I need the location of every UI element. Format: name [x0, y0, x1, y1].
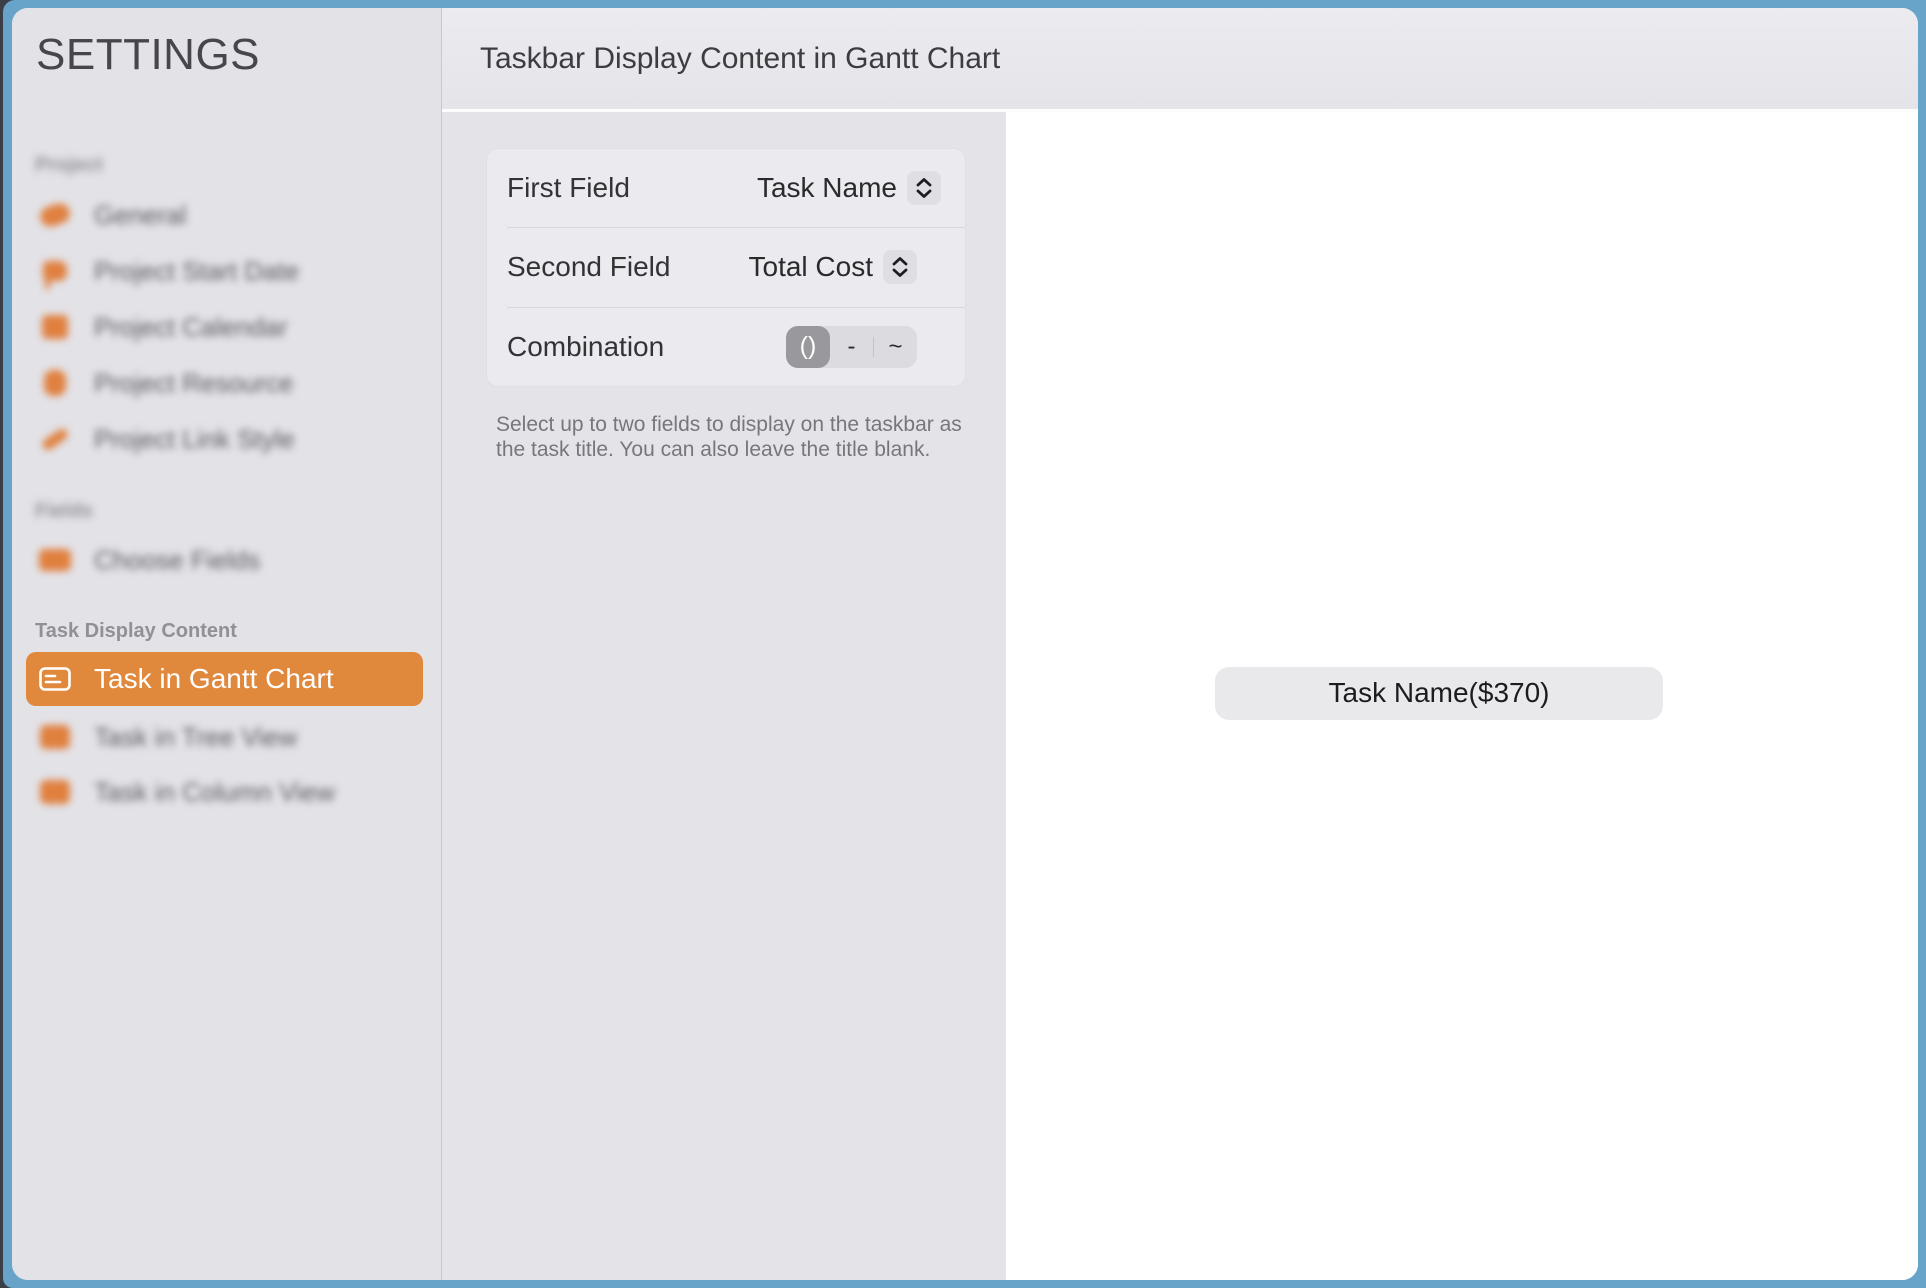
combination-segmented-control: () - ~	[786, 326, 917, 368]
sidebar-item-label: Choose Fields	[94, 545, 260, 576]
up-down-chevrons-icon	[890, 255, 910, 279]
sidebar-item-label: Task in Tree View	[94, 722, 297, 753]
combination-option-parentheses[interactable]: ()	[786, 326, 830, 368]
taskbar-preview-pill: Task Name($370)	[1215, 667, 1663, 720]
settings-panel: First Field Task Name S	[442, 112, 1006, 1280]
sidebar-item-label: Project Link Style	[94, 424, 295, 455]
sidebar-item-task-in-tree-view[interactable]: Task in Tree View	[26, 715, 423, 759]
second-field-value: Total Cost	[749, 251, 874, 283]
paperclip-icon	[38, 205, 72, 225]
sidebar-item-choose-fields[interactable]: Choose Fields	[26, 538, 423, 582]
sidebar-item-label: Project Calendar	[94, 312, 288, 343]
sidebar-item-project-resource[interactable]: Project Resource	[26, 361, 423, 405]
person-icon	[38, 370, 72, 396]
sidebar-item-project-start-date[interactable]: Project Start Date	[26, 249, 423, 293]
up-down-chevrons-icon	[914, 176, 934, 200]
second-field-row: Second Field Total Cost	[507, 227, 965, 306]
section-label-fields: Fields	[35, 500, 93, 523]
settings-sidebar: SETTINGS Project General Project Start D…	[12, 8, 442, 1280]
sidebar-item-general[interactable]: General	[26, 193, 423, 237]
combination-option-tilde[interactable]: ~	[874, 326, 917, 368]
sidebar-item-task-in-gantt-chart[interactable]: Task in Gantt Chart	[26, 652, 423, 706]
sidebar-item-label: Task in Gantt Chart	[94, 663, 334, 695]
taskbar-card-icon	[38, 667, 72, 691]
calendar-icon	[38, 315, 72, 339]
combination-option-dash[interactable]: -	[830, 326, 873, 368]
taskbar-fields-card: First Field Task Name S	[486, 148, 966, 387]
second-field-select[interactable]	[883, 250, 917, 284]
sidebar-item-label: Task in Column View	[94, 777, 335, 808]
sidebar-item-project-link-style[interactable]: Project Link Style	[26, 417, 423, 461]
column-view-icon	[38, 780, 72, 804]
taskbar-preview-area: Task Name($370)	[1006, 112, 1918, 1280]
section-label-task-display-content: Task Display Content	[35, 620, 237, 643]
first-field-value: Task Name	[757, 172, 897, 204]
header-bar: Taskbar Display Content in Gantt Chart	[442, 8, 1918, 112]
combination-label: Combination	[507, 331, 664, 363]
sidebar-item-label: General	[94, 200, 187, 231]
settings-window: SETTINGS Project General Project Start D…	[12, 8, 1918, 1280]
section-label-project: Project	[35, 154, 103, 177]
sidebar-item-label: Project Start Date	[94, 256, 299, 287]
main-area: Taskbar Display Content in Gantt Chart F…	[442, 8, 1918, 1280]
tree-view-icon	[38, 725, 72, 749]
second-field-label: Second Field	[507, 251, 670, 283]
flag-icon	[38, 261, 72, 281]
first-field-row: First Field Task Name	[487, 149, 965, 227]
combination-row: Combination () - ~	[507, 307, 965, 386]
sidebar-item-project-calendar[interactable]: Project Calendar	[26, 305, 423, 349]
fields-card-icon	[38, 549, 72, 571]
link-icon	[38, 434, 72, 445]
sidebar-item-task-in-column-view[interactable]: Task in Column View	[26, 770, 423, 814]
panel-description: Select up to two fields to display on th…	[496, 412, 966, 462]
first-field-select[interactable]	[907, 171, 941, 205]
page-title: Taskbar Display Content in Gantt Chart	[480, 42, 1000, 76]
sidebar-title: SETTINGS	[36, 30, 260, 80]
sidebar-item-label: Project Resource	[94, 368, 293, 399]
first-field-label: First Field	[507, 172, 630, 204]
